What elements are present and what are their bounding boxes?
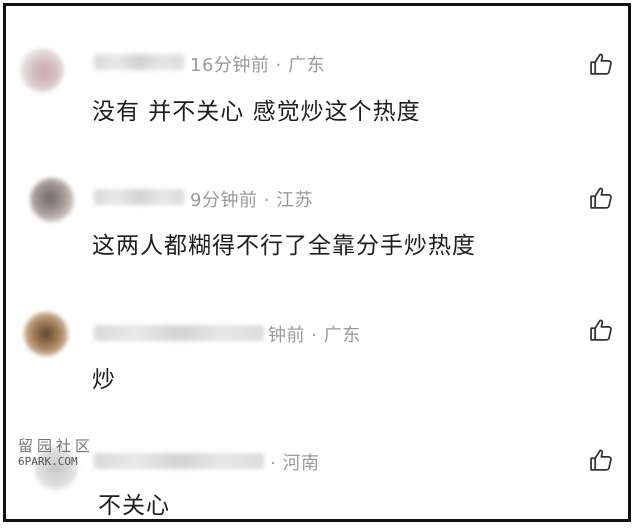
- user-avatar[interactable]: [30, 178, 74, 222]
- meta-separator: ·: [263, 190, 270, 211]
- comment-meta: 钟前 · 广东: [268, 321, 361, 347]
- comment-text: 不关心: [98, 493, 170, 519]
- comment-text: 这两人都糊得不行了全靠分手炒热度: [92, 233, 476, 259]
- thumbs-up-icon: [590, 53, 612, 75]
- thumbs-up-icon: [590, 449, 612, 471]
- comment-text: 炒: [92, 367, 116, 393]
- like-button[interactable]: [587, 184, 615, 212]
- user-avatar[interactable]: [20, 48, 64, 92]
- comment-time: 9分钟前: [190, 190, 258, 211]
- watermark-title: 留园社区: [18, 437, 95, 455]
- username-blurred[interactable]: [94, 453, 264, 469]
- site-watermark: 留园社区 6PARK.COM: [18, 438, 102, 474]
- comment-time: 16分钟前: [190, 55, 270, 76]
- user-avatar[interactable]: [24, 312, 68, 356]
- comment-time: 钟前: [268, 325, 305, 346]
- meta-separator: ·: [311, 325, 318, 346]
- like-button[interactable]: [587, 446, 615, 474]
- comment-list: 16分钟前 · 广东 没有 并不关心 感觉炒这个热度 9分钟前 · 江苏 这两人…: [3, 3, 631, 522]
- comment-text: 没有 并不关心 感觉炒这个热度: [92, 99, 421, 125]
- thumbs-up-icon: [590, 187, 612, 209]
- meta-separator: ·: [275, 55, 282, 76]
- comment-meta: · 河南: [270, 449, 319, 475]
- comment-location: 江苏: [276, 190, 314, 211]
- thumbs-up-icon: [590, 319, 612, 341]
- meta-separator: ·: [270, 453, 277, 474]
- like-button[interactable]: [587, 50, 615, 78]
- watermark-domain: 6PARK.COM: [18, 455, 78, 468]
- username-blurred[interactable]: [94, 325, 264, 341]
- comment-location: 河南: [282, 453, 320, 474]
- comment-meta: 9分钟前 · 江苏: [190, 186, 313, 212]
- comment-meta: 16分钟前 · 广东: [190, 51, 325, 77]
- comment-location: 广东: [288, 55, 326, 76]
- like-button[interactable]: [587, 316, 615, 344]
- comment-location: 广东: [323, 325, 361, 346]
- username-blurred[interactable]: [94, 189, 184, 205]
- username-blurred[interactable]: [94, 54, 184, 70]
